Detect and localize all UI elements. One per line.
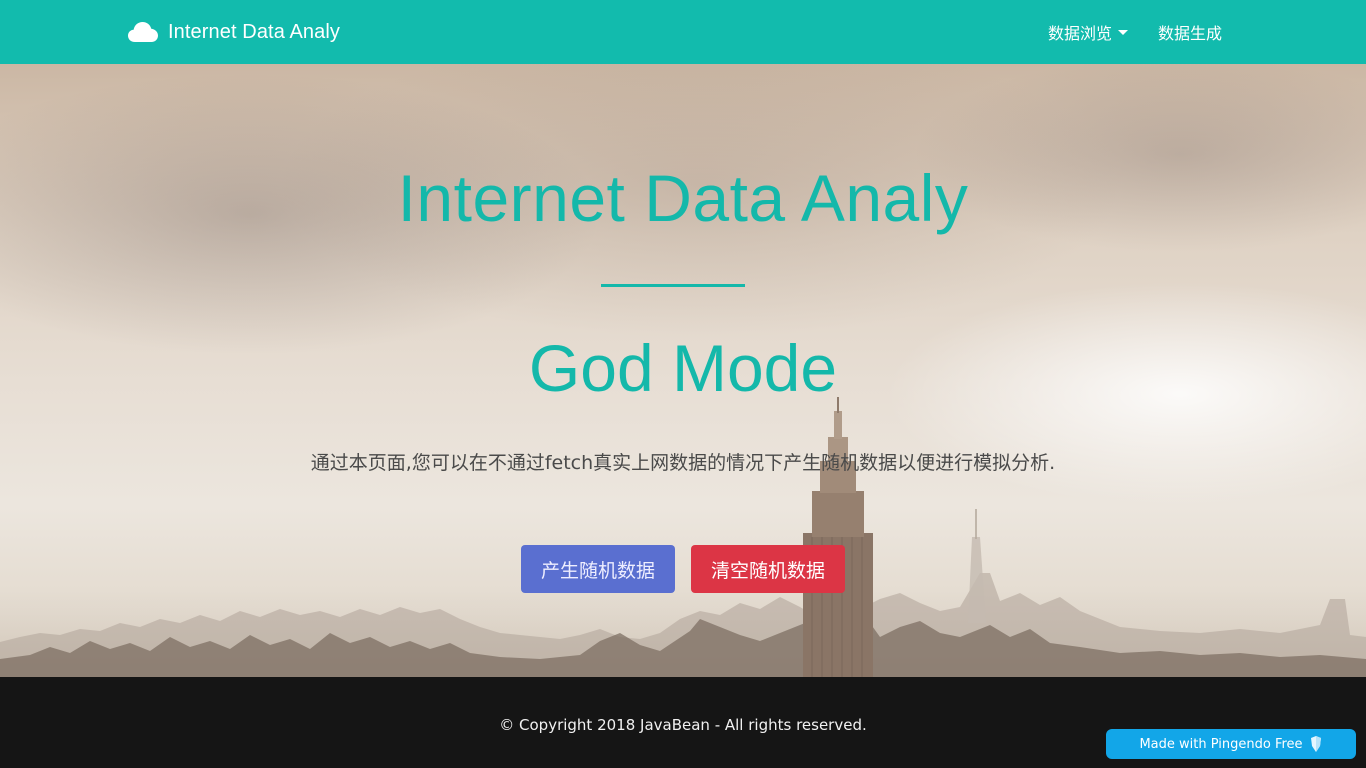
hero-subtitle: God Mode — [528, 331, 838, 405]
nav-item-data-browse[interactable]: 数据浏览 — [1048, 20, 1128, 44]
clear-random-data-button[interactable]: 清空随机数据 — [691, 545, 845, 593]
generate-random-data-button[interactable]: 产生随机数据 — [521, 545, 675, 593]
empire-state-building — [803, 397, 873, 677]
nav-item-data-generate[interactable]: 数据生成 — [1158, 20, 1222, 44]
navbar: Internet Data Analy 数据浏览 数据生成 — [0, 0, 1366, 64]
made-with-pingendo-badge[interactable]: Made with Pingendo Free — [1106, 729, 1356, 759]
nav-item-label: 数据浏览 — [1047, 24, 1112, 43]
brand-link[interactable]: Internet Data Analy — [128, 0, 340, 64]
hero-description: 通过本页面,您可以在不通过fetch真实上网数据的情况下产生随机数据以便进行模拟… — [310, 452, 1056, 474]
cloud-icon — [128, 22, 158, 42]
divider — [601, 284, 745, 287]
brand-name: Internet Data Analy — [168, 20, 341, 43]
hero-title: Internet Data Analy — [397, 161, 969, 235]
hero-section: Internet Data Analy God Mode 通过本页面,您可以在不… — [0, 64, 1366, 677]
pingendo-logo-icon — [1310, 736, 1321, 752]
badge-label: Made with Pingendo Free — [1139, 736, 1303, 752]
chevron-down-icon — [1117, 29, 1128, 35]
nav-links: 数据浏览 数据生成 — [1048, 0, 1222, 64]
city-skyline-image — [0, 397, 1366, 677]
nav-item-label: 数据生成 — [1157, 24, 1222, 43]
